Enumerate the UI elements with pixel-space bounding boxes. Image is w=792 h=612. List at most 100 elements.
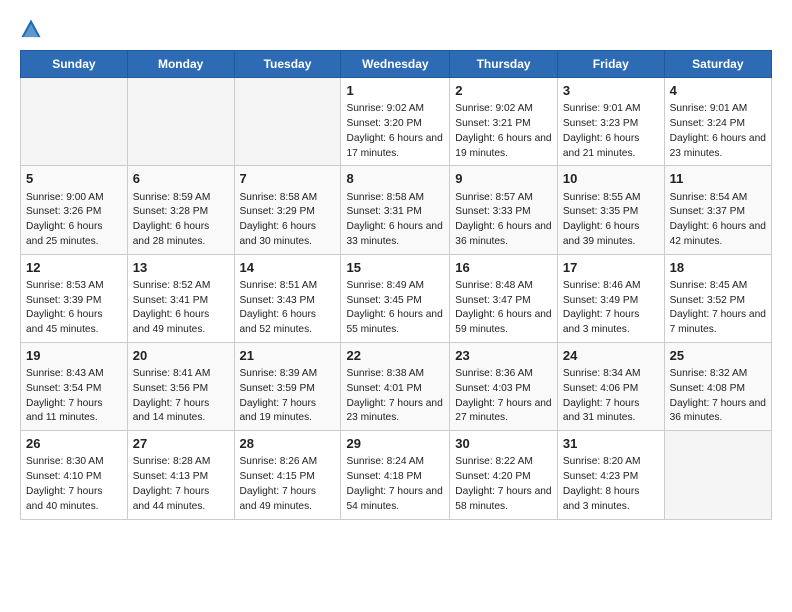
weekday-header-friday: Friday bbox=[557, 51, 664, 78]
calendar-cell: 26Sunrise: 8:30 AM Sunset: 4:10 PM Dayli… bbox=[21, 431, 128, 519]
calendar-cell: 15Sunrise: 8:49 AM Sunset: 3:45 PM Dayli… bbox=[341, 254, 450, 342]
day-number: 12 bbox=[26, 259, 122, 277]
day-info: Sunrise: 9:02 AM Sunset: 3:20 PM Dayligh… bbox=[346, 102, 444, 161]
calendar-table: SundayMondayTuesdayWednesdayThursdayFrid… bbox=[20, 50, 772, 520]
day-number: 5 bbox=[26, 170, 122, 188]
logo-icon bbox=[20, 18, 42, 40]
calendar-cell: 9 Sunrise: 8:57 AM Sunset: 3:33 PM Daylig… bbox=[450, 166, 558, 254]
day-info: Sunrise: 8:59 AM Sunset: 3:28 PM Dayligh… bbox=[133, 191, 229, 250]
day-info: Sunrise: 8:51 AM Sunset: 3:43 PM Dayligh… bbox=[240, 279, 336, 338]
week-row-5: 26Sunrise: 8:30 AM Sunset: 4:10 PM Dayli… bbox=[21, 431, 772, 519]
calendar-cell: 5Sunrise: 9:00 AM Sunset: 3:26 PM Daylig… bbox=[21, 166, 128, 254]
calendar-cell: 22 Sunrise: 8:38 AM Sunset: 4:01 PM Dayli… bbox=[341, 342, 450, 430]
day-info: Sunrise: 9:01 AM Sunset: 3:24 PM Dayligh… bbox=[670, 102, 766, 161]
calendar-cell: 12 Sunrise: 8:53 AM Sunset: 3:39 PM Dayli… bbox=[21, 254, 128, 342]
calendar-cell: 21 Sunrise: 8:39 AM Sunset: 3:59 PM Dayli… bbox=[234, 342, 341, 430]
calendar-cell: 10 Sunrise: 8:55 AM Sunset: 3:35 PM Dayli… bbox=[557, 166, 664, 254]
day-number: 21 bbox=[240, 347, 336, 365]
calendar-cell bbox=[234, 78, 341, 166]
weekday-header-monday: Monday bbox=[127, 51, 234, 78]
week-row-3: 12 Sunrise: 8:53 AM Sunset: 3:39 PM Dayli… bbox=[21, 254, 772, 342]
day-number: 23 bbox=[455, 347, 552, 365]
weekday-header-thursday: Thursday bbox=[450, 51, 558, 78]
day-number: 9 bbox=[455, 170, 552, 188]
calendar-cell: 19 Sunrise: 8:43 AM Sunset: 3:54 PM Dayli… bbox=[21, 342, 128, 430]
day-number: 26 bbox=[26, 435, 122, 453]
day-info: Sunrise: 8:36 AM Sunset: 4:03 PM Dayligh… bbox=[455, 367, 552, 426]
day-info: Sunrise: 8:24 AM Sunset: 4:18 PM Dayligh… bbox=[346, 455, 444, 514]
calendar-cell: 3 Sunrise: 9:01 AM Sunset: 3:23 PM Daylig… bbox=[557, 78, 664, 166]
calendar-cell: 8 Sunrise: 8:58 AM Sunset: 3:31 PM Daylig… bbox=[341, 166, 450, 254]
calendar-cell: 14 Sunrise: 8:51 AM Sunset: 3:43 PM Dayli… bbox=[234, 254, 341, 342]
calendar-cell: 13 Sunrise: 8:52 AM Sunset: 3:41 PM Dayli… bbox=[127, 254, 234, 342]
day-number: 27 bbox=[133, 435, 229, 453]
weekday-header-row: SundayMondayTuesdayWednesdayThursdayFrid… bbox=[21, 51, 772, 78]
calendar-cell: 1 Sunrise: 9:02 AM Sunset: 3:20 PM Daylig… bbox=[341, 78, 450, 166]
day-number: 17 bbox=[563, 259, 659, 277]
header bbox=[20, 18, 772, 40]
day-info: Sunrise: 8:43 AM Sunset: 3:54 PM Dayligh… bbox=[26, 367, 122, 426]
day-info: Sunrise: 8:53 AM Sunset: 3:39 PM Dayligh… bbox=[26, 279, 122, 338]
calendar-cell: 29Sunrise: 8:24 AM Sunset: 4:18 PM Dayli… bbox=[341, 431, 450, 519]
calendar-cell: 6 Sunrise: 8:59 AM Sunset: 3:28 PM Daylig… bbox=[127, 166, 234, 254]
day-number: 28 bbox=[240, 435, 336, 453]
day-number: 10 bbox=[563, 170, 659, 188]
day-number: 22 bbox=[346, 347, 444, 365]
day-number: 3 bbox=[563, 82, 659, 100]
day-info: Sunrise: 8:26 AM Sunset: 4:15 PM Dayligh… bbox=[240, 455, 336, 514]
day-number: 7 bbox=[240, 170, 336, 188]
day-info: Sunrise: 8:34 AM Sunset: 4:06 PM Dayligh… bbox=[563, 367, 659, 426]
week-row-2: 5Sunrise: 9:00 AM Sunset: 3:26 PM Daylig… bbox=[21, 166, 772, 254]
calendar-cell: 24 Sunrise: 8:34 AM Sunset: 4:06 PM Dayli… bbox=[557, 342, 664, 430]
day-info: Sunrise: 8:46 AM Sunset: 3:49 PM Dayligh… bbox=[563, 279, 659, 338]
day-info: Sunrise: 8:48 AM Sunset: 3:47 PM Dayligh… bbox=[455, 279, 552, 338]
day-info: Sunrise: 8:20 AM Sunset: 4:23 PM Dayligh… bbox=[563, 455, 659, 514]
day-info: Sunrise: 8:28 AM Sunset: 4:13 PM Dayligh… bbox=[133, 455, 229, 514]
calendar-cell: 18Sunrise: 8:45 AM Sunset: 3:52 PM Dayli… bbox=[664, 254, 771, 342]
calendar-cell: 23 Sunrise: 8:36 AM Sunset: 4:03 PM Dayli… bbox=[450, 342, 558, 430]
logo bbox=[20, 18, 46, 40]
calendar-cell: 2Sunrise: 9:02 AM Sunset: 3:21 PM Daylig… bbox=[450, 78, 558, 166]
weekday-header-sunday: Sunday bbox=[21, 51, 128, 78]
calendar-cell bbox=[21, 78, 128, 166]
calendar-cell bbox=[127, 78, 234, 166]
day-info: Sunrise: 8:57 AM Sunset: 3:33 PM Dayligh… bbox=[455, 191, 552, 250]
day-info: Sunrise: 8:45 AM Sunset: 3:52 PM Dayligh… bbox=[670, 279, 766, 338]
weekday-header-tuesday: Tuesday bbox=[234, 51, 341, 78]
day-info: Sunrise: 9:01 AM Sunset: 3:23 PM Dayligh… bbox=[563, 102, 659, 161]
day-number: 20 bbox=[133, 347, 229, 365]
day-number: 25 bbox=[670, 347, 766, 365]
day-number: 14 bbox=[240, 259, 336, 277]
day-number: 8 bbox=[346, 170, 444, 188]
calendar-cell: 17 Sunrise: 8:46 AM Sunset: 3:49 PM Dayli… bbox=[557, 254, 664, 342]
page: SundayMondayTuesdayWednesdayThursdayFrid… bbox=[0, 0, 792, 530]
day-info: Sunrise: 8:38 AM Sunset: 4:01 PM Dayligh… bbox=[346, 367, 444, 426]
day-info: Sunrise: 8:52 AM Sunset: 3:41 PM Dayligh… bbox=[133, 279, 229, 338]
calendar-cell: 11Sunrise: 8:54 AM Sunset: 3:37 PM Dayli… bbox=[664, 166, 771, 254]
calendar-cell: 27 Sunrise: 8:28 AM Sunset: 4:13 PM Dayli… bbox=[127, 431, 234, 519]
day-number: 24 bbox=[563, 347, 659, 365]
week-row-4: 19 Sunrise: 8:43 AM Sunset: 3:54 PM Dayli… bbox=[21, 342, 772, 430]
day-number: 2 bbox=[455, 82, 552, 100]
calendar-cell: 30 Sunrise: 8:22 AM Sunset: 4:20 PM Dayli… bbox=[450, 431, 558, 519]
day-number: 1 bbox=[346, 82, 444, 100]
calendar-cell: 16Sunrise: 8:48 AM Sunset: 3:47 PM Dayli… bbox=[450, 254, 558, 342]
day-number: 13 bbox=[133, 259, 229, 277]
day-info: Sunrise: 8:55 AM Sunset: 3:35 PM Dayligh… bbox=[563, 191, 659, 250]
day-number: 6 bbox=[133, 170, 229, 188]
calendar-cell: 7Sunrise: 8:58 AM Sunset: 3:29 PM Daylig… bbox=[234, 166, 341, 254]
day-info: Sunrise: 8:32 AM Sunset: 4:08 PM Dayligh… bbox=[670, 367, 766, 426]
calendar-cell: 20Sunrise: 8:41 AM Sunset: 3:56 PM Dayli… bbox=[127, 342, 234, 430]
day-info: Sunrise: 8:58 AM Sunset: 3:31 PM Dayligh… bbox=[346, 191, 444, 250]
day-number: 30 bbox=[455, 435, 552, 453]
day-number: 31 bbox=[563, 435, 659, 453]
day-info: Sunrise: 8:39 AM Sunset: 3:59 PM Dayligh… bbox=[240, 367, 336, 426]
day-info: Sunrise: 8:22 AM Sunset: 4:20 PM Dayligh… bbox=[455, 455, 552, 514]
weekday-header-wednesday: Wednesday bbox=[341, 51, 450, 78]
calendar-cell bbox=[664, 431, 771, 519]
day-number: 19 bbox=[26, 347, 122, 365]
week-row-1: 1 Sunrise: 9:02 AM Sunset: 3:20 PM Daylig… bbox=[21, 78, 772, 166]
day-number: 11 bbox=[670, 170, 766, 188]
calendar-cell: 31 Sunrise: 8:20 AM Sunset: 4:23 PM Dayli… bbox=[557, 431, 664, 519]
calendar-cell: 28 Sunrise: 8:26 AM Sunset: 4:15 PM Dayli… bbox=[234, 431, 341, 519]
